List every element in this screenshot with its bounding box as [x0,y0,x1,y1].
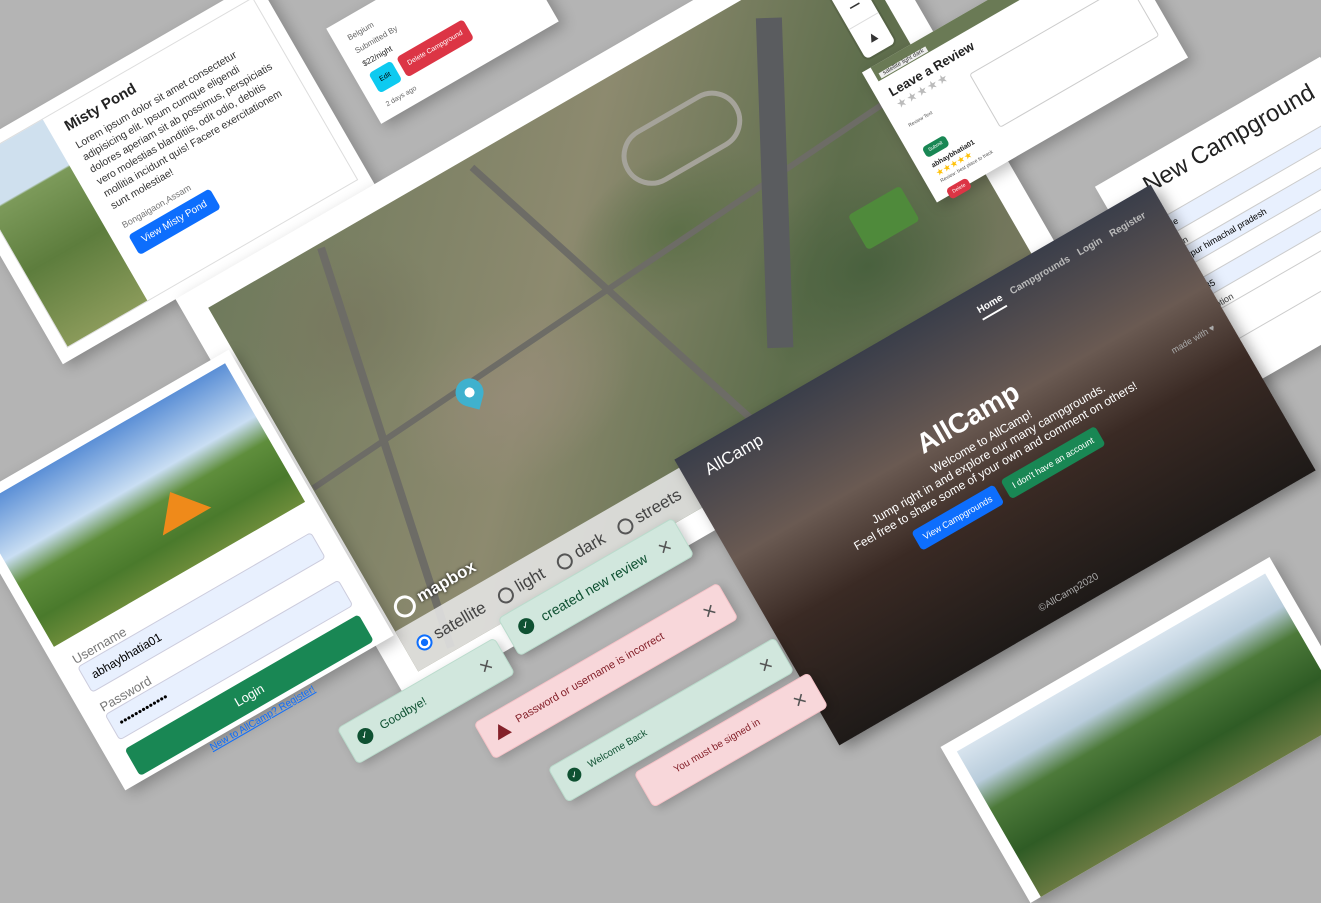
map-field [610,79,754,197]
close-icon[interactable]: × [474,652,498,681]
close-icon[interactable]: × [697,597,721,626]
flash-message-text: Goodbye! [376,694,430,733]
mapbox-logo-icon [389,591,420,622]
radio-icon [495,583,517,606]
nav-register[interactable]: Register [1108,210,1151,244]
zoom-control: + − ▲ [814,0,896,60]
tent-icon [145,478,212,536]
airport-runway [755,17,794,349]
map-road [469,164,787,452]
review-textarea[interactable] [969,0,1160,128]
close-icon[interactable]: × [788,686,812,715]
close-icon[interactable]: × [754,651,778,680]
check-circle-icon: ✓ [354,725,377,747]
nav-login[interactable]: Login [1075,235,1107,262]
nav-home[interactable]: Home [975,292,1008,321]
check-circle-icon: ✓ [515,615,538,638]
radio-icon [553,549,576,572]
close-icon[interactable]: × [653,533,677,562]
landing-brand[interactable]: AllCamp [701,430,767,479]
map-marker-icon[interactable] [452,375,487,410]
flash-message-text: Welcome Back [586,727,650,771]
warning-triangle-icon [491,720,513,741]
map-field [847,185,920,251]
radio-icon [614,515,637,537]
radio-checked-icon [413,631,436,653]
nav-campgrounds[interactable]: Campgrounds [1008,254,1075,302]
